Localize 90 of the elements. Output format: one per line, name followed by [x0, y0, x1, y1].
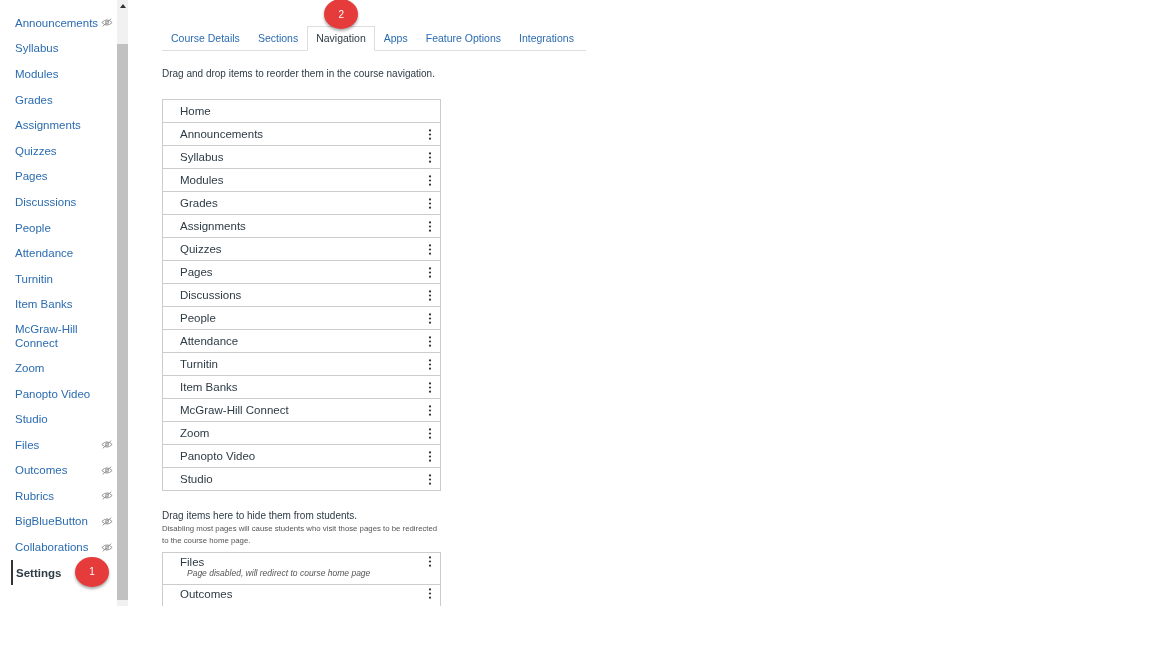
sidebar-link[interactable]: BigBlueButton [15, 514, 88, 529]
nav-item-label: Attendance [180, 335, 239, 347]
tab[interactable]: Feature Options [416, 26, 510, 50]
more-options-icon[interactable] [428, 358, 432, 370]
tab[interactable]: Integrations [510, 26, 583, 50]
nav-item-row[interactable]: Grades [163, 192, 440, 215]
nav-item-label: Grades [180, 197, 218, 209]
nav-item-row[interactable]: Turnitin [163, 353, 440, 376]
more-options-icon[interactable] [428, 335, 432, 347]
more-options-icon[interactable] [428, 381, 432, 393]
more-options-icon[interactable] [428, 450, 432, 462]
more-options-icon[interactable] [428, 174, 432, 186]
more-options-icon[interactable] [428, 243, 432, 255]
more-options-icon[interactable] [428, 151, 432, 163]
more-options-icon[interactable] [428, 128, 432, 140]
sidebar-link[interactable]: People [15, 220, 51, 235]
sidebar-link[interactable]: Studio [15, 412, 48, 427]
sidebar-link[interactable]: Attendance [15, 246, 74, 261]
sidebar-link[interactable]: Settings [16, 565, 62, 580]
sidebar-link[interactable]: Syllabus [15, 41, 59, 56]
sidebar-link[interactable]: Turnitin [15, 271, 53, 286]
nav-item-row[interactable]: Item Banks [163, 376, 440, 399]
more-options-icon[interactable] [428, 197, 432, 209]
sidebar-link[interactable]: Discussions [15, 194, 77, 209]
sidebar-link[interactable]: Item Banks [15, 297, 73, 312]
nav-item-row[interactable]: People [163, 307, 440, 330]
scroll-up-icon[interactable] [119, 4, 126, 8]
instructions-text: Drag and drop items to reorder them in the course navigation. [162, 68, 436, 79]
nav-item-label: Pages [180, 266, 213, 278]
nav-item-label: Outcomes [180, 588, 233, 600]
sidebar-link[interactable]: Outcomes [15, 463, 68, 478]
sidebar-link[interactable]: Assignments [15, 118, 81, 133]
nav-item-label: Assignments [180, 220, 246, 232]
nav-item-label: Files [180, 556, 206, 568]
nav-item-row[interactable]: Files Page disabled, will redirect to course home page [163, 553, 440, 585]
hidden-section-heading: Drag items here to hide them from students. [162, 510, 359, 521]
nav-item-row[interactable]: Zoom [163, 422, 440, 445]
nav-item-row[interactable]: Studio [163, 468, 440, 491]
sidebar-link[interactable]: Grades [15, 92, 53, 107]
sidebar-link[interactable]: Collaborations [15, 540, 89, 555]
more-options-icon[interactable] [428, 588, 432, 599]
more-options-icon[interactable] [428, 312, 432, 324]
nav-item-row[interactable]: Home [163, 100, 440, 123]
nav-item-row[interactable]: Quizzes [163, 238, 440, 261]
nav-item-label: Zoom [180, 427, 210, 439]
callout-badge: 2 [324, 0, 359, 29]
nav-item-label: People [180, 312, 216, 324]
tab[interactable]: Course Details [162, 26, 249, 50]
disabled-note: Page disabled, will redirect to course home page [186, 568, 371, 578]
sidebar-link[interactable]: Modules [15, 67, 59, 81]
sidebar-link[interactable]: Pages [15, 169, 48, 184]
nav-item-label: Panopto Video [180, 450, 256, 462]
more-options-icon[interactable] [428, 404, 432, 416]
nav-item-label: McGraw-Hill Connect [180, 404, 289, 416]
nav-item-row[interactable]: Pages [163, 261, 440, 284]
nav-item-row[interactable]: Syllabus [163, 146, 440, 169]
nav-item-row[interactable]: Assignments [163, 215, 440, 238]
sidebar-link[interactable]: Rubrics [15, 488, 54, 503]
nav-item-row[interactable]: Discussions [163, 284, 440, 307]
nav-item-row[interactable]: Outcomes [163, 585, 440, 606]
sidebar-link[interactable]: Announcements [15, 15, 99, 30]
sidebar-link[interactable]: Quizzes [15, 143, 57, 158]
tab[interactable]: Apps [374, 26, 417, 50]
more-options-icon[interactable] [428, 473, 432, 485]
nav-item-label: Turnitin [180, 358, 218, 370]
sidebar-link[interactable]: Zoom [15, 360, 45, 375]
nav-item-row[interactable]: Modules [163, 169, 440, 192]
more-options-icon[interactable] [428, 556, 432, 567]
tab[interactable]: Sections [248, 26, 308, 50]
nav-item-label: Home [180, 105, 211, 117]
callout-badge: 1 [75, 556, 109, 587]
nav-item-row[interactable]: Attendance [163, 330, 440, 353]
nav-item-label: Syllabus [180, 151, 224, 163]
more-options-icon[interactable] [428, 427, 432, 439]
sidebar-link[interactable]: McGraw-Hill Connect [15, 322, 105, 351]
nav-item-label: Discussions [180, 289, 242, 301]
more-options-icon[interactable] [428, 220, 432, 232]
nav-item-row[interactable]: Announcements [163, 123, 440, 146]
nav-item-label: Announcements [180, 128, 264, 140]
tab[interactable]: Navigation [307, 26, 375, 51]
nav-item-row[interactable]: Panopto Video [163, 445, 440, 468]
nav-item-label: Modules [180, 174, 224, 186]
nav-item-label: Item Banks [180, 381, 238, 393]
sidebar-link[interactable]: Files [15, 437, 40, 452]
more-options-icon[interactable] [428, 266, 432, 278]
nav-item-label: Quizzes [180, 243, 222, 255]
sidebar-link[interactable]: Panopto Video [15, 386, 91, 401]
nav-item-label: Studio [180, 473, 213, 485]
nav-item-row[interactable]: McGraw-Hill Connect [163, 399, 440, 422]
more-options-icon[interactable] [428, 289, 432, 301]
